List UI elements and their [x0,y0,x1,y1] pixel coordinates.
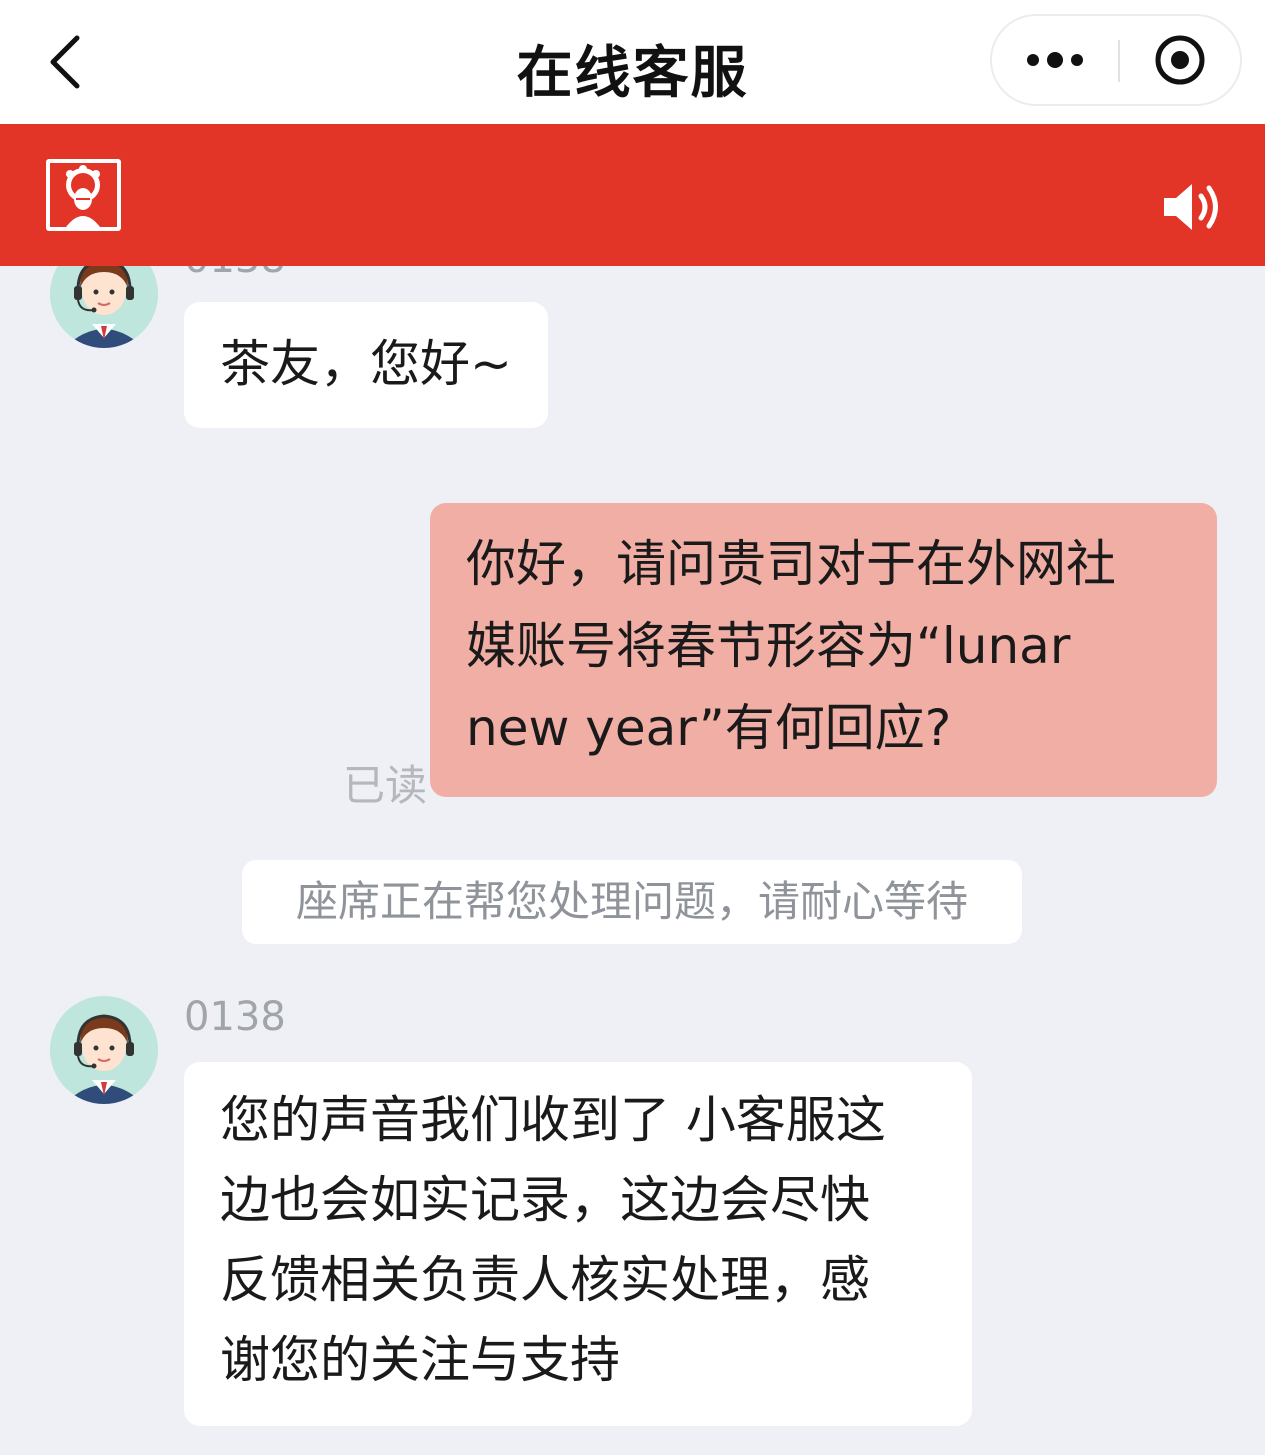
nav-bar: 在线客服 [0,0,1265,124]
target-close-icon [1155,35,1205,85]
agent-avatar [50,996,158,1104]
message-text: 您的声音我们收到了 小客服这 边也会如实记录，这边会尽快 反馈相关负责人核实处理… [220,1091,886,1389]
close-button[interactable] [1120,16,1240,104]
more-dots-icon [1026,52,1083,68]
user-message-bubble[interactable]: 你好，请问贵司对于在外网社 媒账号将春节形容为“lunar new year”有… [430,503,1217,797]
read-status: 已读 [343,761,428,810]
speaker-icon [1164,184,1218,230]
more-button[interactable] [992,16,1117,104]
message-text: 你好，请问贵司对于在外网社 媒账号将春节形容为“lunar new year”有… [466,535,1116,757]
opera-mask-logo [46,159,121,231]
message-text: 茶友，您好~ [220,335,512,393]
chat-area[interactable]: 0138 茶友，您好~ 已读 你好，请问贵司对于在外网社 媒账号将春节形容为“l… [0,266,1265,1455]
system-notice: 座席正在帮您处理问题，请耐心等待 [242,860,1022,944]
speaker-button[interactable] [1158,172,1228,242]
agent-message-bubble[interactable]: 茶友，您好~ [184,302,548,428]
agent-id-label: 0138 [184,266,286,282]
agent-id-label: 0138 [184,994,286,1040]
agent-message-bubble[interactable]: 您的声音我们收到了 小客服这 边也会如实记录，这边会尽快 反馈相关负责人核实处理… [184,1062,972,1426]
mini-program-capsule [990,14,1242,106]
agent-avatar [50,266,158,348]
brand-banner [0,124,1265,266]
